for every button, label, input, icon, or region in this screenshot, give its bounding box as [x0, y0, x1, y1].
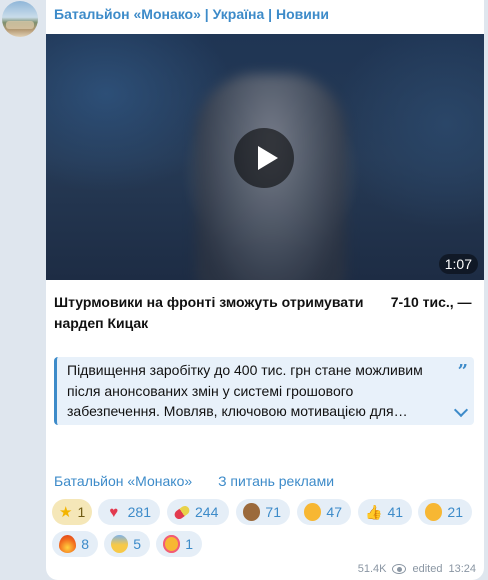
thinking-face-icon [425, 503, 443, 521]
chevron-down-icon[interactable] [453, 402, 469, 418]
edited-label: edited [412, 563, 443, 575]
channel-avatar[interactable] [2, 1, 38, 37]
reaction-count: 71 [265, 504, 281, 520]
thumbs-up-icon: 👍 [365, 504, 383, 520]
post-title: Штурмовики на фронті зможуть отримувати … [54, 292, 472, 334]
message-bubble: Батальйон «Монако» | Україна | Новини 1:… [46, 0, 484, 580]
screaming-face-icon [111, 535, 129, 553]
reaction-count: 47 [326, 504, 342, 520]
reaction-star[interactable]: ★ 1 [52, 499, 92, 525]
fire-icon [59, 535, 77, 553]
reaction-count: 5 [133, 536, 141, 552]
reaction-count: 8 [81, 536, 89, 552]
reaction-count: 281 [127, 504, 151, 520]
message-time: 13:24 [448, 563, 476, 575]
play-icon[interactable] [234, 128, 294, 188]
heart-fire-icon: ♥ [109, 503, 119, 521]
message-meta: 51.4K edited 13:24 [358, 563, 476, 575]
video-duration: 1:07 [438, 254, 478, 274]
reaction-count: 1 [77, 504, 86, 520]
channel-link[interactable]: Батальйон «Монако» [54, 473, 192, 489]
reaction-thumbs-up[interactable]: 👍 41 [358, 499, 412, 525]
reaction-smiling-hearts[interactable]: 1 [156, 531, 202, 557]
reaction-count: 244 [195, 504, 219, 520]
reaction-heart-fire[interactable]: ♥ 281 [98, 499, 160, 525]
blockquote[interactable]: Підвищення заробітку до 400 тис. грн ста… [54, 357, 474, 425]
footer-links: Батальйон «Монако» З питань реклами [54, 473, 356, 489]
monkey-icon [243, 503, 261, 521]
reaction-count: 21 [447, 504, 463, 520]
reaction-pill[interactable]: 244 [167, 499, 229, 525]
blockquote-text: Підвищення заробітку до 400 тис. грн ста… [67, 362, 423, 419]
reaction-fire[interactable]: 8 [52, 531, 98, 557]
post-title-line1: Штурмовики на фронті зможуть отримувати … [54, 294, 472, 310]
ads-link[interactable]: З питань реклами [218, 473, 334, 489]
smiling-hearts-face-icon [163, 535, 181, 553]
video-player[interactable]: 1:07 [46, 34, 484, 280]
reaction-count: 1 [185, 536, 193, 552]
reaction-monkey[interactable]: 71 [236, 499, 290, 525]
quote-icon: ” [457, 361, 468, 382]
view-count: 51.4K [357, 563, 387, 575]
star-icon: ★ [59, 503, 73, 521]
reaction-thinking[interactable]: 21 [418, 499, 472, 525]
post-title-line2: нардеп Кицак [54, 315, 149, 331]
channel-name[interactable]: Батальйон «Монако» | Україна | Новини [54, 6, 329, 22]
eye-icon [392, 564, 407, 574]
reaction-screaming[interactable]: 5 [104, 531, 150, 557]
woozy-face-icon [304, 503, 322, 521]
reaction-count: 41 [387, 504, 404, 520]
reaction-woozy[interactable]: 47 [297, 499, 351, 525]
pill-icon [172, 503, 192, 521]
